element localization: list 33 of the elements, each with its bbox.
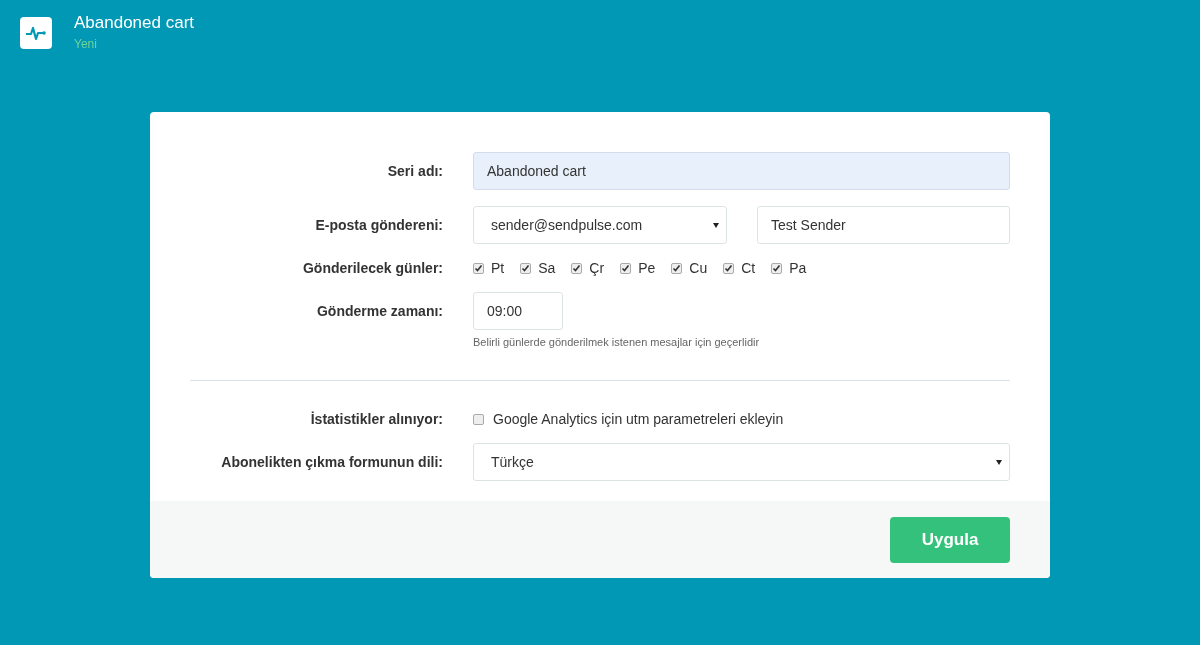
caret-icon: [996, 459, 1002, 465]
status-label: Yeni: [74, 37, 98, 51]
field-label: Gönderme zamanı:: [315, 303, 443, 319]
field-label: E-posta göndereni:: [314, 217, 443, 233]
checkbox[interactable]: [723, 262, 735, 274]
page-title: Abandoned cart: [74, 13, 195, 33]
day-label: Pt: [491, 260, 505, 276]
day-label: Çr: [589, 260, 605, 276]
checkbox[interactable]: [620, 262, 632, 274]
sender-name-field[interactable]: Test Sender: [757, 206, 1010, 244]
day-label: Ct: [741, 260, 756, 276]
checkbox-label: Google Analytics için utm parametreleri ekleyin: [493, 411, 784, 427]
caret-icon: [713, 222, 719, 228]
app-logo-icon: [20, 17, 52, 49]
checkbox[interactable]: [571, 262, 583, 274]
hint-text: Belirli günlerde gönderilmek istenen mesajlar için geçerlidir: [473, 336, 761, 348]
checkbox[interactable]: [473, 413, 484, 425]
field-label: Seri adı:: [386, 163, 443, 179]
field-label: Abonelikten çıkma formunun dili:: [220, 454, 443, 470]
day-label: Cu: [689, 260, 708, 276]
field-label: Gönderilecek günler:: [301, 260, 443, 276]
day-label: Pe: [638, 260, 656, 276]
checkbox[interactable]: [771, 262, 783, 274]
series-name-field[interactable]: Abandoned cart: [473, 152, 1010, 190]
day-label: Pa: [789, 260, 807, 276]
checkbox[interactable]: [473, 262, 484, 274]
day-label: Sa: [538, 260, 556, 276]
time-field[interactable]: 09:00: [473, 292, 563, 330]
field-label: İstatistikler alınıyor:: [309, 411, 443, 427]
checkbox[interactable]: [671, 262, 683, 274]
language-dropdown[interactable]: Türkçe: [473, 443, 1010, 481]
checkbox[interactable]: [520, 262, 532, 274]
sender-email-dropdown[interactable]: sender@sendpulse.com: [473, 206, 727, 244]
